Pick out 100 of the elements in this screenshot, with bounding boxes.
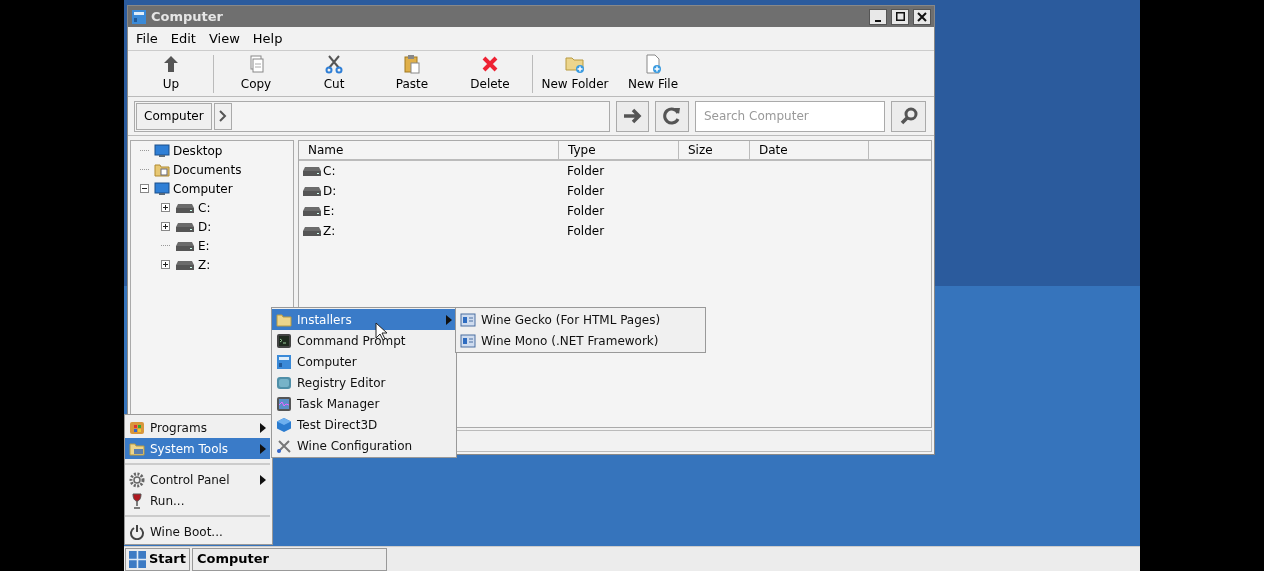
submenu-arrow-icon (260, 443, 266, 454)
new-file-icon (643, 54, 663, 74)
drive-icon (302, 225, 322, 237)
drive-icon (302, 185, 322, 197)
drive-icon (175, 258, 195, 271)
table-cell-text: Folder (566, 163, 606, 180)
table-cell-text: D: (323, 183, 337, 200)
folder-icon (129, 440, 145, 457)
submenu-arrow-icon (446, 314, 452, 325)
menu-item[interactable]: Programs (125, 417, 270, 438)
cube-icon (276, 374, 292, 391)
plus-icon (161, 204, 169, 211)
minus-icon (140, 185, 148, 192)
tree-item[interactable]: E: (198, 236, 210, 255)
drive-icon (175, 239, 195, 252)
close-icon (917, 11, 927, 22)
window-title: Computer (151, 7, 225, 26)
menu-item[interactable]: Control Panel (125, 469, 270, 490)
search-icon (898, 106, 919, 126)
menu-bar-item[interactable]: View (203, 28, 245, 49)
column-header[interactable]: Type (559, 141, 679, 159)
menu-item[interactable]: Wine Configuration (272, 435, 456, 456)
package-icon (129, 419, 145, 436)
tree-item[interactable]: Computer (173, 179, 233, 198)
toolbar-button[interactable]: Delete (451, 51, 529, 96)
plus-icon (161, 223, 169, 230)
table-cell-text: Folder (566, 203, 606, 220)
monitor-icon (154, 180, 170, 197)
table-cell-text: E: (323, 203, 335, 220)
window-icon (460, 311, 476, 328)
new-folder-icon (565, 54, 585, 74)
menu-item[interactable]: Run... (125, 490, 270, 511)
menu-item[interactable]: Wine Boot... (125, 521, 270, 542)
tree-item[interactable]: Documents (173, 160, 242, 179)
toolbar-button[interactable]: New Folder (536, 51, 614, 96)
expand-toggle[interactable] (160, 260, 170, 269)
scissors-icon (324, 54, 344, 74)
cube-icon (276, 416, 292, 433)
drive-icon (302, 205, 322, 217)
menu-item[interactable]: Test Direct3D (272, 414, 456, 435)
plus-icon (161, 261, 169, 268)
menu-item[interactable]: Wine Gecko (For HTML Pages) (456, 309, 705, 330)
address-bar[interactable]: Computer (134, 100, 610, 132)
start-icon (129, 550, 146, 568)
tools-icon (276, 437, 292, 454)
menu-item[interactable]: Installers (272, 309, 456, 330)
submenu-arrow-icon (260, 422, 266, 433)
menu-item[interactable]: Task Manager (272, 393, 456, 414)
column-header[interactable]: Date (750, 141, 869, 159)
maximize-icon (895, 12, 905, 21)
maximize-button[interactable] (891, 8, 909, 25)
minimize-button[interactable] (869, 8, 887, 25)
tree-item[interactable]: D: (198, 217, 212, 236)
start-button[interactable]: Start (125, 547, 190, 571)
wine-glass-icon (129, 492, 145, 509)
go-button[interactable] (616, 100, 649, 132)
toolbar-button[interactable]: New File (614, 51, 692, 96)
column-header[interactable]: Name (299, 141, 559, 159)
tree-item[interactable]: Desktop (173, 141, 223, 160)
minimize-icon (875, 19, 881, 22)
tree-item[interactable]: C: (198, 198, 211, 217)
close-button[interactable] (913, 8, 931, 25)
menu-item[interactable]: Registry Editor (272, 372, 456, 393)
taskbar-button[interactable]: Computer (192, 547, 387, 571)
delete-icon (480, 54, 500, 74)
app-window-icon (276, 353, 292, 370)
toolbar-button[interactable]: Paste (373, 51, 451, 96)
menu-item[interactable]: System Tools (125, 438, 270, 459)
refresh-button[interactable] (655, 100, 689, 132)
menu-item[interactable]: Wine Mono (.NET Framework) (456, 330, 705, 351)
table-cell-text: Folder (566, 183, 606, 200)
column-header[interactable]: Size (679, 141, 750, 159)
submenu-arrow-icon (260, 474, 266, 485)
breadcrumb-arrow-button[interactable] (213, 102, 232, 130)
monitor-icon (154, 142, 170, 159)
window-icon (460, 332, 476, 349)
search-button[interactable] (891, 100, 926, 132)
power-icon (129, 523, 145, 540)
expand-toggle[interactable] (160, 222, 170, 231)
menu-item[interactable]: Computer (272, 351, 456, 372)
tree-item[interactable]: Z: (198, 255, 211, 274)
folder-icon (276, 311, 292, 328)
table-cell-text: Z: (323, 223, 336, 240)
drive-icon (175, 201, 195, 214)
toolbar-button[interactable]: Cut (295, 51, 373, 96)
toolbar-button[interactable]: Up (132, 51, 210, 96)
expand-toggle[interactable] (160, 203, 170, 212)
menu-bar-item[interactable]: Edit (165, 28, 201, 49)
breadcrumb-button[interactable]: Computer (136, 102, 212, 130)
menu-bar-item[interactable]: File (131, 28, 163, 49)
terminal-icon (276, 332, 292, 349)
toolbar-button[interactable]: Copy (217, 51, 295, 96)
menu-bar-item[interactable]: Help (247, 28, 288, 49)
app-window-icon (131, 8, 147, 25)
collapse-toggle[interactable] (139, 184, 149, 193)
chevron-right-icon (218, 110, 227, 122)
search-field[interactable]: Search Computer (695, 100, 885, 132)
menu-item[interactable]: Command Prompt (272, 330, 456, 351)
drive-icon (302, 165, 322, 177)
refresh-icon (662, 106, 682, 126)
